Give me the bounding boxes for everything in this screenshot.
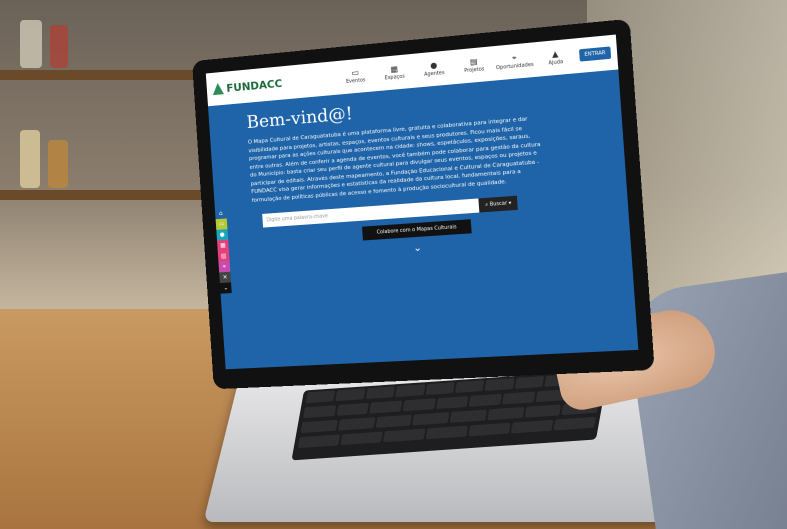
pin-icon[interactable]: ⌖ bbox=[218, 261, 230, 272]
website-screen: FUNDACC ▭ Eventos ▦ Espaços ● Agentes ▤ Proj… bbox=[206, 35, 639, 370]
jar bbox=[20, 20, 42, 68]
chevron-down-icon[interactable]: ⌄ bbox=[255, 232, 588, 264]
login-button[interactable]: ENTRAR bbox=[579, 46, 611, 61]
nav-eventos[interactable]: ▭ Eventos bbox=[338, 67, 372, 86]
nav-label: Agentes bbox=[424, 70, 445, 78]
nav-label: Oportunidades bbox=[496, 62, 534, 72]
nav-label: Projetos bbox=[464, 66, 485, 74]
nav-label: Eventos bbox=[346, 77, 366, 85]
building-icon[interactable]: ▦ bbox=[217, 240, 229, 251]
collaborate-button[interactable]: Colabore com o Mapas Culturais bbox=[362, 219, 472, 240]
person-icon[interactable]: ● bbox=[216, 229, 228, 240]
shelf bbox=[0, 70, 220, 80]
shelf bbox=[0, 190, 220, 200]
nav-agentes[interactable]: ● Agentes bbox=[417, 59, 452, 78]
search-button[interactable]: ⌕ Buscar ▾ bbox=[479, 196, 518, 213]
site-logo[interactable]: FUNDACC bbox=[212, 77, 283, 96]
help-icon: ▲ bbox=[552, 49, 559, 60]
hero-section: Bem-vind@! O Mapa Cultural de Caraguatat… bbox=[208, 69, 631, 272]
photo-scene: FUNDACC ▭ Eventos ▦ Espaços ● Agentes ▤ Proj… bbox=[0, 0, 787, 529]
nav-label: Ajuda bbox=[548, 59, 563, 66]
jar bbox=[50, 25, 68, 68]
search-button-label: Buscar bbox=[490, 200, 508, 207]
nav-oportunidades[interactable]: ⌖ Oportunidades bbox=[497, 52, 533, 71]
logo-text: FUNDACC bbox=[226, 77, 283, 95]
nav-ajuda[interactable]: ▲ Ajuda bbox=[537, 48, 573, 68]
laptop-screen-bezel: FUNDACC ▭ Eventos ▦ Espaços ● Agentes ▤ Proj… bbox=[192, 19, 655, 390]
pin-icon: ⌖ bbox=[512, 53, 517, 64]
jar bbox=[20, 130, 40, 188]
chevron-down-icon[interactable]: ⌄ bbox=[220, 282, 232, 293]
tools-icon[interactable]: ✕ bbox=[219, 272, 231, 283]
folder-icon[interactable]: ▤ bbox=[218, 250, 230, 261]
logo-mark-icon bbox=[212, 83, 224, 96]
nav-projetos[interactable]: ▤ Projetos bbox=[456, 56, 491, 75]
nav-espacos[interactable]: ▦ Espaços bbox=[377, 63, 411, 82]
nav-label: Espaços bbox=[385, 74, 405, 82]
jar bbox=[48, 140, 68, 188]
